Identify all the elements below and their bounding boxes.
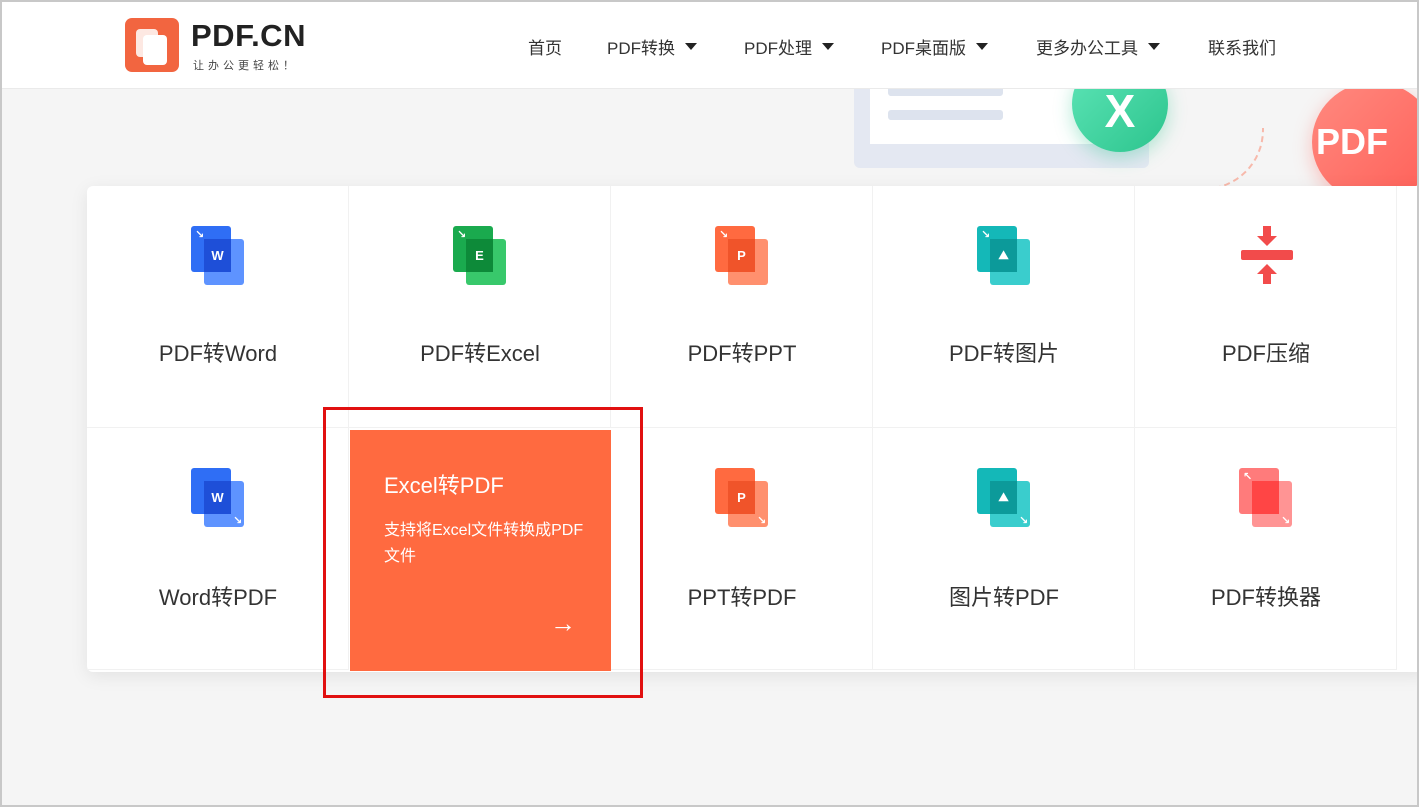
nav-label: 首页 bbox=[528, 39, 562, 58]
tool-image-to-pdf[interactable]: ⛰ ↘ 图片转PDF bbox=[873, 428, 1135, 670]
tool-excel-to-pdf[interactable]: Excel转PDF 支持将Excel文件转换成PDF文件 → bbox=[350, 430, 611, 671]
caret-down-icon bbox=[1148, 43, 1160, 50]
tool-label: PDF转Excel bbox=[420, 341, 540, 366]
tool-label: 图片转PDF bbox=[948, 585, 1059, 610]
word-icon: W ↘ bbox=[191, 468, 247, 530]
word-icon: W ↘ bbox=[191, 226, 247, 288]
tool-label: PPT转PDF bbox=[687, 585, 797, 610]
nav-pdf-process[interactable]: PDF处理 bbox=[744, 34, 834, 59]
tool-label: PDF转图片 bbox=[948, 341, 1059, 366]
tool-label: PDF转PPT bbox=[687, 341, 797, 366]
nav-contact[interactable]: 联系我们 bbox=[1208, 34, 1276, 59]
ppt-icon: P ↘ bbox=[715, 226, 771, 288]
nav-label: 联系我们 bbox=[1208, 39, 1276, 58]
nav-label: PDF转换 bbox=[607, 39, 675, 58]
arrow-right-icon[interactable]: → bbox=[550, 608, 576, 639]
pdf-badge-icon: PDF bbox=[1312, 88, 1417, 198]
tool-label: PDF转换器 bbox=[1210, 585, 1321, 610]
nav-more-tools[interactable]: 更多办公工具 bbox=[1036, 34, 1160, 59]
tool-label: PDF转Word bbox=[158, 341, 278, 366]
excel-icon: E ↘ bbox=[453, 226, 509, 288]
tool-label: Word转PDF bbox=[158, 585, 278, 610]
site-logo[interactable]: PDF.CN 让办公更轻松！ bbox=[125, 18, 325, 74]
nav-label: 更多办公工具 bbox=[1036, 39, 1138, 58]
tool-pdf-compress[interactable]: PDF压缩 bbox=[1135, 186, 1397, 428]
nav-pdf-desktop[interactable]: PDF桌面版 bbox=[881, 34, 988, 59]
converter-icon: ↖ ↘ bbox=[1239, 468, 1295, 530]
nav-home[interactable]: 首页 bbox=[528, 34, 562, 59]
caret-down-icon bbox=[822, 43, 834, 50]
site-header: PDF.CN 让办公更轻松！ 首页 PDF转换 PDF处理 PDF桌面版 更多办… bbox=[2, 2, 1417, 89]
nav-label: PDF桌面版 bbox=[881, 39, 966, 58]
tool-word-to-pdf[interactable]: W ↘ Word转PDF bbox=[87, 428, 349, 670]
logo-text: PDF.CN bbox=[191, 18, 306, 53]
tool-pdf-to-image[interactable]: ⛰ ↘ PDF转图片 bbox=[873, 186, 1135, 428]
tool-description: 支持将Excel文件转换成PDF文件 bbox=[384, 522, 584, 565]
image-icon: ⛰ ↘ bbox=[977, 468, 1033, 530]
logo-slogan: 让办公更轻松！ bbox=[193, 60, 298, 72]
tool-label: PDF压缩 bbox=[1221, 341, 1310, 366]
caret-down-icon bbox=[976, 43, 988, 50]
caret-down-icon bbox=[685, 43, 697, 50]
nav-label: PDF处理 bbox=[744, 39, 812, 58]
tool-pdf-to-word[interactable]: W ↘ PDF转Word bbox=[87, 186, 349, 428]
nav-pdf-convert[interactable]: PDF转换 bbox=[607, 34, 697, 59]
compress-icon bbox=[1239, 226, 1295, 288]
tool-pdf-converter[interactable]: ↖ ↘ PDF转换器 bbox=[1135, 428, 1397, 670]
image-icon: ⛰ ↘ bbox=[977, 226, 1033, 288]
tool-pdf-to-ppt[interactable]: P ↘ PDF转PPT bbox=[611, 186, 873, 428]
tool-pdf-to-excel[interactable]: E ↘ PDF转Excel bbox=[349, 186, 611, 428]
hero-banner: X PDF bbox=[2, 88, 1417, 198]
tool-title: Excel转PDF bbox=[384, 473, 504, 498]
logo-mark-icon bbox=[125, 18, 179, 72]
ppt-icon: P ↘ bbox=[715, 468, 771, 530]
tool-ppt-to-pdf[interactable]: P ↘ PPT转PDF bbox=[611, 428, 873, 670]
tools-panel: W ↘ PDF转Word E ↘ PDF转Excel P ↘ PDF转PPT ⛰… bbox=[87, 186, 1419, 672]
